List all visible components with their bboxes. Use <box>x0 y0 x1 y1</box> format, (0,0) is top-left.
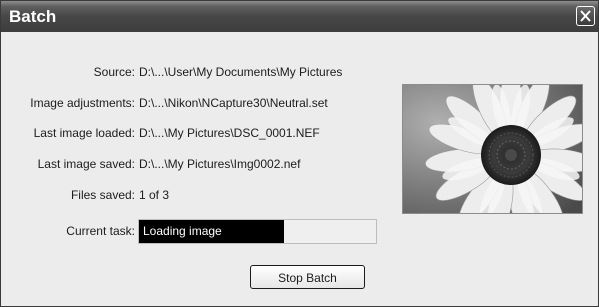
close-icon <box>580 10 591 22</box>
task-progress-bar: Loading image <box>138 219 377 244</box>
stop-batch-button[interactable]: Stop Batch <box>250 265 365 289</box>
sunflower-preview-image <box>403 85 582 213</box>
last-image-loaded-label: Last image loaded: <box>33 126 135 140</box>
image-preview <box>402 84 583 214</box>
source-value: D:\...\User\My Documents\My Pictures <box>139 65 343 79</box>
last-image-saved-label: Last image saved: <box>37 157 135 171</box>
image-adjustments-label: Image adjustments: <box>30 96 135 110</box>
batch-dialog: Batch Source: D:\...\User\My Documents\M… <box>0 0 599 307</box>
window-title: Batch <box>9 7 57 26</box>
last-image-loaded-value: D:\...\My Pictures\DSC_0001.NEF <box>139 126 320 140</box>
dialog-body: Source: D:\...\User\My Documents\My Pict… <box>1 32 598 306</box>
close-button[interactable] <box>576 6 595 26</box>
last-image-saved-value: D:\...\My Pictures\Img0002.nef <box>139 157 301 171</box>
files-saved-label: Files saved: <box>70 188 135 202</box>
title-bar[interactable]: Batch <box>1 1 598 32</box>
current-task-label: Current task: <box>66 224 135 238</box>
source-label: Source: <box>93 65 135 79</box>
current-task-status: Loading image <box>143 224 222 238</box>
image-adjustments-value: D:\...\Nikon\NCapture30\Neutral.set <box>139 96 328 110</box>
files-saved-value: 1 of 3 <box>139 188 170 202</box>
